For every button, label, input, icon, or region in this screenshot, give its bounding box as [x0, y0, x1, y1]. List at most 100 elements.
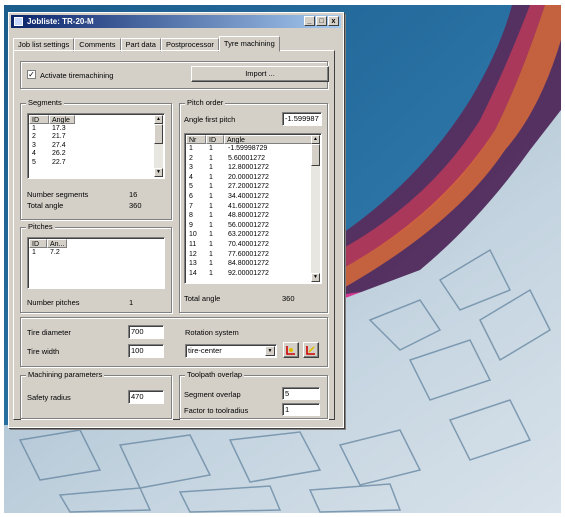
activate-checkbox[interactable]: ✓ [27, 70, 36, 79]
scroll-down-arrow-icon[interactable]: ▼ [311, 273, 320, 282]
segments-scrollbar[interactable]: ▲ ▼ [154, 115, 163, 177]
rotation-system-select[interactable]: tire-center ▼ [185, 344, 277, 358]
pitch-order-cell[interactable]: 27.20001272 [228, 183, 269, 191]
pitch-order-col-id[interactable]: ID [206, 135, 224, 144]
pitch-order-cell[interactable]: 1 [209, 164, 213, 172]
minimize-button[interactable]: _ [304, 16, 315, 26]
factor-to-toolradius-input[interactable]: 1 [282, 403, 320, 416]
pitch-order-cell[interactable]: 1 [209, 212, 213, 220]
pitch-order-cell[interactable]: 1 [209, 270, 213, 278]
pitch-order-cell[interactable]: 20.00001272 [228, 174, 269, 182]
machining-parameters-group: Machining parameters Safety radius 470 [20, 370, 172, 419]
segments-cell[interactable]: 1 [32, 125, 36, 133]
pitch-order-cell[interactable]: 92.00001272 [228, 270, 269, 278]
segments-cell[interactable]: 17.3 [52, 125, 66, 133]
segment-overlap-input[interactable]: 5 [282, 387, 320, 400]
scroll-down-arrow-icon[interactable]: ▼ [154, 168, 163, 177]
rotation-origin-button-1[interactable] [283, 342, 299, 358]
maximize-button[interactable]: □ [316, 16, 327, 26]
pitch-order-cell[interactable]: 14 [189, 270, 197, 278]
scroll-up-arrow-icon[interactable]: ▲ [311, 135, 320, 144]
pitch-order-cell[interactable]: 1 [209, 241, 213, 249]
angle-first-pitch-input[interactable]: -1.599987 [282, 112, 322, 126]
scroll-thumb[interactable] [154, 124, 163, 144]
close-button[interactable]: x [328, 16, 339, 26]
segments-cell[interactable]: 4 [32, 150, 36, 158]
scroll-thumb[interactable] [311, 144, 320, 166]
pitch-order-cell[interactable]: 8 [189, 212, 193, 220]
title-bar[interactable]: Jobliste: TR-20-M _ □ x [11, 15, 341, 28]
segments-col-id[interactable]: ID [29, 115, 49, 124]
dropdown-arrow-icon[interactable]: ▼ [265, 346, 275, 356]
pitches-cell[interactable]: 7.2 [50, 249, 60, 257]
pitch-order-cell[interactable]: 13 [189, 260, 197, 268]
pitch-order-col-angle[interactable]: Angle [224, 135, 312, 144]
import-button[interactable]: Import ... [191, 66, 329, 82]
number-segments-value: 16 [129, 190, 138, 199]
pitch-order-cell[interactable]: 48.80001272 [228, 212, 269, 220]
pitch-order-cell[interactable]: 1 [209, 155, 213, 163]
pitch-order-cell[interactable]: 2 [189, 155, 193, 163]
pitch-order-scrollbar[interactable]: ▲ ▼ [311, 135, 320, 282]
pitch-order-cell[interactable]: 63.20001272 [228, 231, 269, 239]
segments-total-angle-value: 360 [129, 201, 142, 210]
rotation-origin-button-2[interactable] [303, 342, 319, 358]
segments-total-angle-label: Total angle [27, 201, 64, 210]
tire-width-input[interactable]: 100 [128, 344, 164, 358]
pitch-order-cell[interactable]: 6 [189, 193, 193, 201]
machining-parameters-title: Machining parameters [26, 370, 105, 379]
pitch-order-total-angle-value: 360 [282, 294, 295, 303]
pitches-col-angle[interactable]: An... [47, 239, 67, 248]
segments-cell[interactable]: 2 [32, 133, 36, 141]
pitch-order-cell[interactable]: -1.59998729 [228, 145, 267, 153]
pitch-order-cell[interactable]: 12.80001272 [228, 164, 269, 172]
joblist-dialog: Jobliste: TR-20-M _ □ x Job list setting… [8, 12, 344, 428]
pitch-order-cell[interactable]: 5.60001272 [228, 155, 265, 163]
segments-col-angle[interactable]: Angle [49, 115, 75, 124]
activate-group: ✓ Activate tiremachining Import ... [20, 61, 329, 89]
pitch-order-cell[interactable]: 1 [209, 222, 213, 230]
segments-cell[interactable]: 5 [32, 159, 36, 167]
segments-list[interactable]: ID Angle 1 17.3 2 21.7 3 27.4 4 26.2 5 22.7 ▲ ▼ [27, 113, 165, 179]
pitch-order-cell[interactable]: 3 [189, 164, 193, 172]
pitch-order-list[interactable]: Nr ID Angle 1 1 -1.59998729 2 1 5.60001272 3 1 1… [184, 133, 322, 284]
pitch-order-cell[interactable]: 1 [209, 203, 213, 211]
pitch-order-cell[interactable]: 4 [189, 174, 193, 182]
pitch-order-cell[interactable]: 1 [209, 251, 213, 259]
segments-cell[interactable]: 27.4 [52, 142, 66, 150]
pitch-order-cell[interactable]: 9 [189, 222, 193, 230]
pitch-order-cell[interactable]: 70.40001272 [228, 241, 269, 249]
pitch-order-cell[interactable]: 41.60001272 [228, 203, 269, 211]
segments-cell[interactable]: 26.2 [52, 150, 66, 158]
angle-first-pitch-label: Angle first pitch [184, 115, 236, 124]
pitch-order-cell[interactable]: 7 [189, 203, 193, 211]
pitch-order-cell[interactable]: 77.60001272 [228, 251, 269, 259]
scroll-up-arrow-icon[interactable]: ▲ [154, 115, 163, 124]
tire-diameter-input[interactable]: 700 [128, 325, 164, 339]
pitches-col-id[interactable]: ID [29, 239, 47, 248]
tab-tyre-machining[interactable]: Tyre machining [218, 36, 280, 52]
pitch-order-cell[interactable]: 1 [209, 193, 213, 201]
pitch-order-cell[interactable]: 56.00001272 [228, 222, 269, 230]
pitch-order-cell[interactable]: 1 [209, 231, 213, 239]
segments-cell[interactable]: 3 [32, 142, 36, 150]
pitch-order-cell[interactable]: 1 [189, 145, 193, 153]
tire-group: Tire diameter 700 Tire width 100 Rotatio… [20, 317, 328, 367]
segments-cell[interactable]: 22.7 [52, 159, 66, 167]
pitch-order-col-nr[interactable]: Nr [186, 135, 206, 144]
pitch-order-cell[interactable]: 1 [209, 174, 213, 182]
pitch-order-cell[interactable]: 34.40001272 [228, 193, 269, 201]
pitch-order-cell[interactable]: 11 [189, 241, 196, 249]
pitch-order-cell[interactable]: 12 [189, 251, 197, 259]
pitch-order-cell[interactable]: 84.80001272 [228, 260, 269, 268]
pitch-order-cell[interactable]: 10 [189, 231, 197, 239]
pitch-order-cell[interactable]: 5 [189, 183, 193, 191]
safety-radius-input[interactable]: 470 [128, 390, 164, 404]
pitches-cell[interactable]: 1 [32, 249, 36, 257]
pitch-order-cell[interactable]: 1 [209, 260, 213, 268]
pitch-order-title: Pitch order [185, 98, 226, 107]
segments-cell[interactable]: 21.7 [52, 133, 66, 141]
pitches-list[interactable]: ID An... 1 7.2 [27, 237, 165, 289]
pitch-order-cell[interactable]: 1 [209, 145, 213, 153]
pitch-order-cell[interactable]: 1 [209, 183, 213, 191]
